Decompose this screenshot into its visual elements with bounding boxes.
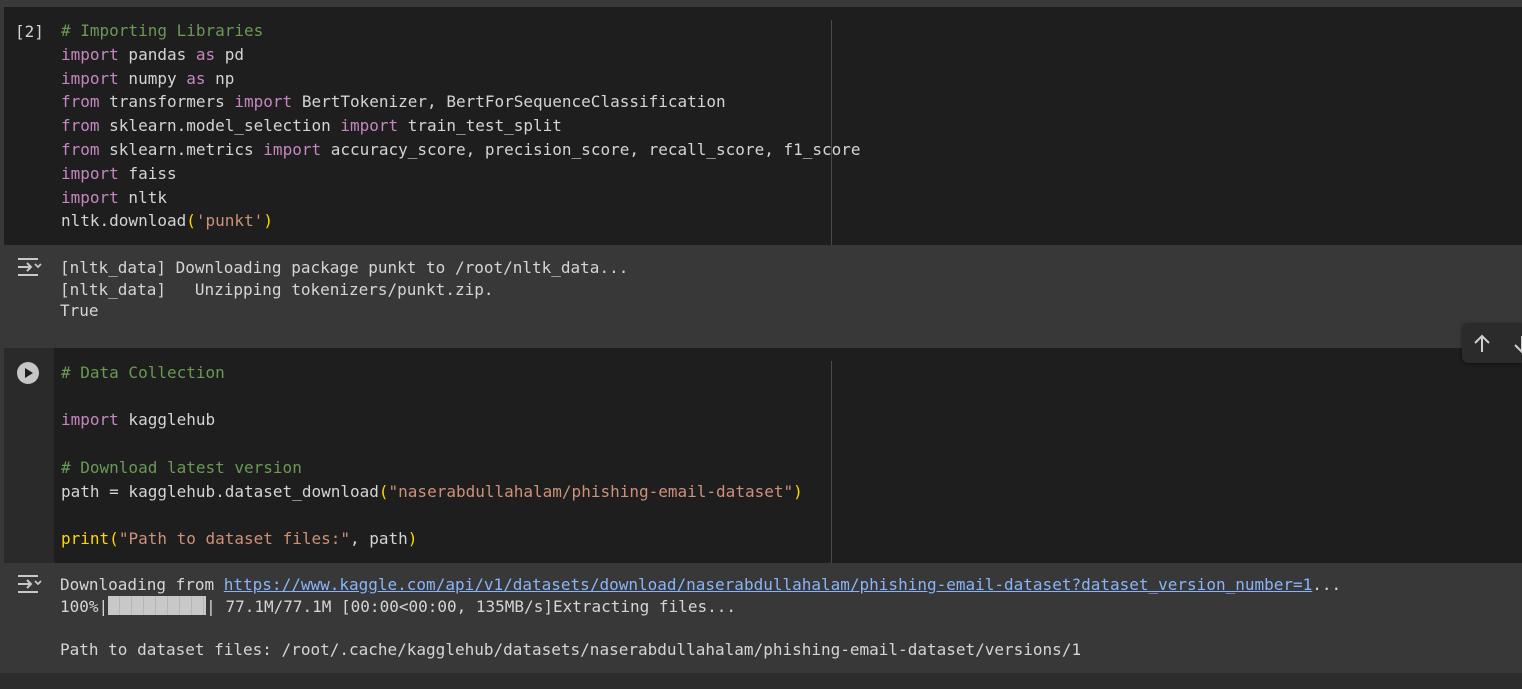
code-token: from [61, 92, 100, 112]
code-token: import [61, 68, 119, 88]
code-token: as [195, 44, 216, 64]
output-line: [nltk_data] Unzipping tokenizers/punkt.z… [60, 279, 494, 299]
code-line: import pandas as pd [61, 44, 244, 66]
code-line: import kagglehub [61, 409, 215, 431]
code-token: ( [378, 481, 389, 501]
run-cell-button[interactable] [17, 362, 39, 384]
code-token: np [205, 68, 235, 88]
play-icon [25, 368, 33, 378]
code-token: ( [186, 211, 196, 231]
output-line: [nltk_data] Downloading package punkt to… [60, 258, 629, 277]
code-line: from sklearn.model_selection import trai… [61, 115, 562, 137]
code-token: BertTokenizer, BertForSequenceClassifica… [292, 92, 726, 112]
code-token: import [61, 410, 119, 430]
line-length-ruler [831, 361, 832, 563]
code-token: import [61, 44, 119, 64]
code-token: # Importing Libraries [61, 21, 264, 40]
code-line: print("Path to dataset files:", path) [61, 528, 417, 550]
code-line: from transformers import BertTokenizer, … [61, 91, 726, 113]
progress-stats: | 77.1M/77.1M [00:00<00:00, 135MB/s]Extr… [206, 597, 736, 616]
code-token: path = kagglehub.dataset_download [61, 481, 379, 501]
code-token: ( [109, 528, 119, 548]
move-up-button[interactable] [1469, 331, 1495, 357]
code-token: # Download latest version [61, 457, 302, 477]
code-line: # Download latest version [61, 457, 302, 479]
download-prefix: Downloading from [60, 575, 224, 594]
code-token: pd [215, 44, 245, 64]
code-line: nltk.download('punkt') [61, 210, 273, 232]
code-token: import [263, 140, 322, 159]
code-token: from [61, 140, 100, 159]
code-token: numpy [118, 68, 187, 88]
code-token: from [61, 116, 100, 136]
code-token: as [186, 68, 206, 88]
dataset-path-line: Path to dataset files: /root/.cache/kagg… [60, 640, 1082, 659]
code-token: nltk.download [61, 211, 187, 231]
code-token: accuracy_score, precision_score, recall_… [321, 140, 861, 159]
code-line: from sklearn.metrics import accuracy_sco… [61, 139, 861, 161]
code-token: , path [350, 528, 408, 548]
code-token: faiss [118, 163, 177, 183]
code-line: path = kagglehub.dataset_download("naser… [61, 481, 803, 503]
code-token: pandas [118, 44, 196, 64]
code-line: import faiss [61, 163, 177, 185]
output-toggle-icon[interactable] [16, 256, 44, 278]
code-token: nltk [118, 187, 167, 207]
code-token: import [340, 116, 399, 136]
code-token: train_test_split [398, 116, 562, 136]
progress-percent: 100%| [60, 597, 109, 616]
bottom-strip [0, 673, 1522, 689]
cell-toolbar [1462, 323, 1522, 363]
output-toggle-icon[interactable] [16, 573, 44, 595]
download-suffix: ... [1312, 575, 1342, 594]
code-token: import [234, 92, 293, 112]
progress-line: 100%| | 77.1M/77.1M [00:00<00:00, 135MB/s… [60, 596, 736, 617]
code-line: import nltk [61, 187, 167, 209]
code-token: "naserabdullahalam/phishing-email-datase… [388, 481, 794, 501]
arrow-up-icon [1474, 334, 1490, 352]
download-link[interactable]: https://www.kaggle.com/api/v1/datasets/d… [224, 575, 1313, 594]
code-token: import [61, 187, 119, 207]
code-token: # Data Collection [61, 363, 225, 382]
code-token: kagglehub [118, 410, 216, 430]
code-line: # Data Collection [61, 362, 225, 384]
line-length-ruler [831, 20, 832, 245]
top-strip [0, 0, 1522, 7]
code-token: 'punkt' [195, 211, 264, 231]
code-token: import [61, 163, 119, 183]
code-token: ) [793, 481, 803, 501]
code-token: ) [407, 528, 418, 548]
download-line: Downloading from https://www.kaggle.com/… [60, 574, 1341, 595]
code-token: "Path to dataset files:" [118, 528, 350, 548]
output-line: True [60, 301, 99, 320]
code-token: sklearn.model_selection [99, 116, 341, 136]
arrow-down-icon [1514, 336, 1522, 354]
code-line: import numpy as np [61, 68, 234, 90]
code-token: ) [263, 211, 273, 231]
progress-bar [108, 596, 207, 615]
code-token: transformers [99, 92, 235, 112]
move-down-button[interactable] [1509, 331, 1522, 357]
code-token: sklearn.metrics [99, 140, 264, 159]
execution-count: [2] [15, 22, 44, 41]
code-line: # Importing Libraries [61, 20, 263, 42]
code-token: print [61, 528, 110, 548]
